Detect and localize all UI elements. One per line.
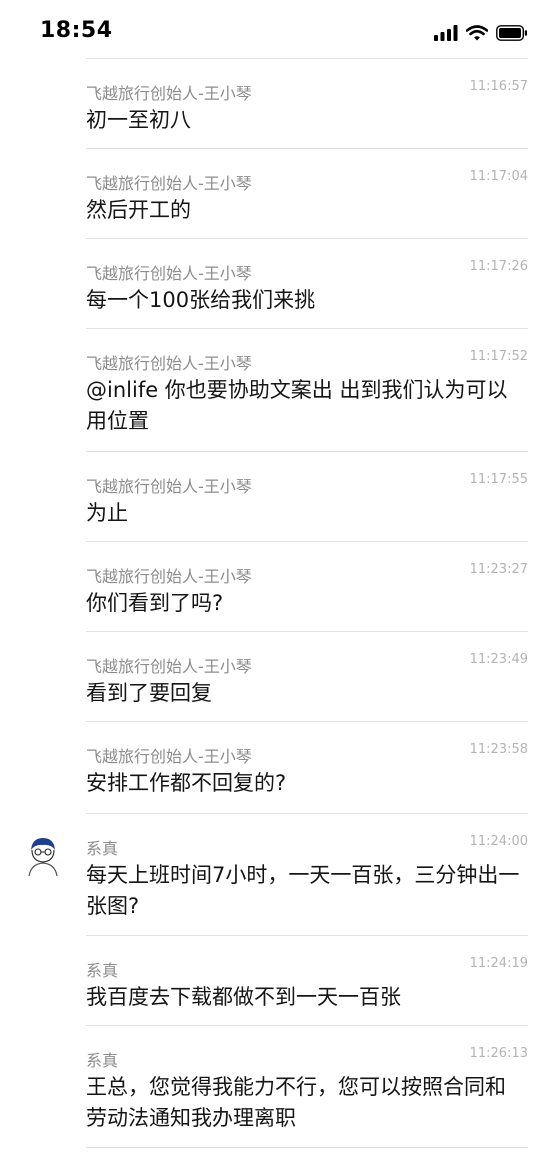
- sender-name[interactable]: 飞越旅行创始人-王小琴: [86, 473, 252, 497]
- message-text[interactable]: 为止: [86, 498, 526, 529]
- message-item[interactable]: 系真 11:24:19 我百度去下载都做不到一天一百张: [0, 935, 550, 1025]
- sender-name[interactable]: 系真: [86, 957, 118, 981]
- sender-name[interactable]: 飞越旅行创始人-王小琴: [86, 653, 252, 677]
- divider: [86, 148, 528, 149]
- message-text[interactable]: 王总，您觉得我能力不行，您可以按照合同和劳动法通知我办理离职: [86, 1072, 526, 1134]
- status-icons: [426, 22, 528, 44]
- divider: [86, 58, 528, 59]
- status-time: 18:54: [40, 18, 113, 43]
- message-item[interactable]: 系真 11:24:00 每天上班时间7小时，一天一百张，三分钟出一张图?: [0, 813, 550, 935]
- divider: [86, 238, 528, 239]
- message-timestamp: 11:24:19: [469, 956, 528, 971]
- wifi-icon: [466, 25, 488, 41]
- message-item[interactable]: 飞越旅行创始人-王小琴 11:16:57 初一至初八: [0, 58, 550, 148]
- message-item[interactable]: 飞越旅行创始人-王小琴 11:23:58 安排工作都不回复的?: [0, 721, 550, 813]
- sender-name[interactable]: 飞越旅行创始人-王小琴: [86, 80, 252, 104]
- sender-name[interactable]: 飞越旅行创始人-王小琴: [86, 170, 252, 194]
- message-timestamp: 11:17:55: [469, 472, 528, 487]
- message-text[interactable]: 我百度去下载都做不到一天一百张: [86, 982, 526, 1013]
- divider: [86, 721, 528, 722]
- divider: [86, 451, 528, 452]
- message-timestamp: 11:23:58: [469, 742, 528, 757]
- status-bar: 18:54: [0, 0, 550, 60]
- sender-name[interactable]: 飞越旅行创始人-王小琴: [86, 563, 252, 587]
- sender-name[interactable]: 飞越旅行创始人-王小琴: [86, 743, 252, 767]
- sender-name[interactable]: 飞越旅行创始人-王小琴: [86, 350, 252, 374]
- message-item[interactable]: 飞越旅行创始人-王小琴 11:23:27 你们看到了吗?: [0, 541, 550, 631]
- message-item[interactable]: 飞越旅行创始人-王小琴 11:17:04 然后开工的: [0, 148, 550, 238]
- message-text[interactable]: 看到了要回复: [86, 678, 526, 709]
- divider: [86, 813, 528, 814]
- message-item[interactable]: 飞越旅行创始人-王小琴 11:17:26 每一个100张给我们来挑: [0, 238, 550, 328]
- battery-icon: [496, 25, 528, 41]
- avatar[interactable]: [24, 835, 62, 877]
- cellular-signal-icon: [434, 25, 458, 41]
- message-timestamp: 11:23:49: [469, 652, 528, 667]
- message-text[interactable]: 每一个100张给我们来挑: [86, 285, 526, 316]
- message-timestamp: 11:17:52: [469, 349, 528, 364]
- message-timestamp: 11:24:00: [469, 834, 528, 849]
- message-timestamp: 11:17:26: [469, 259, 528, 274]
- message-text[interactable]: 安排工作都不回复的?: [86, 768, 526, 799]
- divider: [86, 328, 528, 329]
- message-text[interactable]: 然后开工的: [86, 195, 526, 226]
- message-timestamp: 11:17:04: [469, 169, 528, 184]
- message-item[interactable]: 飞越旅行创始人-王小琴 11:23:49 看到了要回复: [0, 631, 550, 721]
- message-item[interactable]: 系真 11:26:13 王总，您觉得我能力不行，您可以按照合同和劳动法通知我办理离职: [0, 1025, 550, 1147]
- sender-name[interactable]: 飞越旅行创始人-王小琴: [86, 260, 252, 284]
- divider: [86, 541, 528, 542]
- message-item[interactable]: 飞越旅行创始人-王小琴 11:17:55 为止: [0, 451, 550, 541]
- message-timestamp: 11:26:13: [469, 1046, 528, 1061]
- divider: [86, 935, 528, 936]
- message-text[interactable]: 初一至初八: [86, 105, 526, 136]
- message-timestamp: 11:16:57: [469, 79, 528, 94]
- message-text[interactable]: 每天上班时间7小时，一天一百张，三分钟出一张图?: [86, 860, 526, 922]
- message-text[interactable]: @inlife 你也要协助文案出 出到我们认为可以用位置: [86, 375, 526, 437]
- message-timestamp: 11:23:27: [469, 562, 528, 577]
- sender-name[interactable]: 系真: [86, 1047, 118, 1071]
- sender-name[interactable]: 系真: [86, 835, 118, 859]
- divider: [86, 1025, 528, 1026]
- message-text[interactable]: 你们看到了吗?: [86, 588, 526, 619]
- divider: [86, 1147, 528, 1148]
- message-item[interactable]: 飞越旅行创始人-王小琴 11:17:52 @inlife 你也要协助文案出 出到我们…: [0, 328, 550, 451]
- divider: [86, 631, 528, 632]
